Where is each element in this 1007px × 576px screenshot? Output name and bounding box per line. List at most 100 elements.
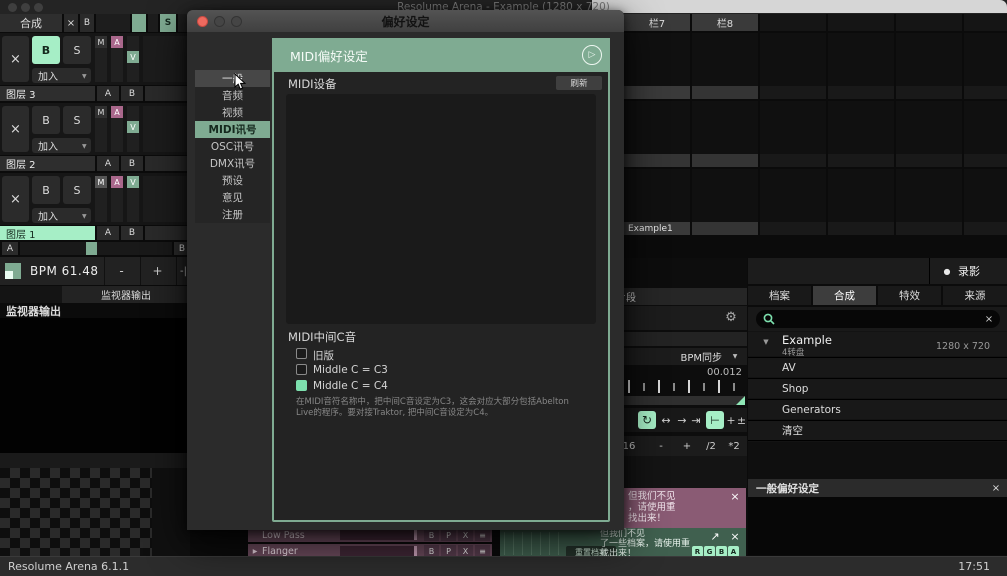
list-item-generators[interactable]: Generators bbox=[748, 399, 1007, 419]
beats-plus-button[interactable]: + bbox=[679, 436, 695, 456]
clip-label-empty[interactable] bbox=[896, 86, 962, 99]
checkbox-legacy[interactable] bbox=[296, 348, 307, 359]
gear-icon[interactable]: ⚙ bbox=[722, 308, 740, 326]
layer2-name[interactable]: 图层 2 bbox=[0, 156, 95, 171]
clip-label-empty[interactable] bbox=[964, 222, 1007, 235]
clip-label-empty[interactable] bbox=[828, 86, 894, 99]
pingpong-mode-button[interactable]: ↔ bbox=[659, 411, 673, 429]
clip-label-empty[interactable] bbox=[760, 86, 826, 99]
expand-icon[interactable]: ↗ bbox=[708, 530, 722, 542]
monitor-output-tab[interactable]: 监视器输出 bbox=[62, 286, 190, 303]
checkbox-middle-c3[interactable] bbox=[296, 364, 307, 375]
layer2-a-assign[interactable]: A bbox=[97, 156, 119, 171]
crossfader-a-button[interactable]: A bbox=[2, 242, 18, 255]
sidebar-item-register[interactable]: 注册 bbox=[195, 206, 270, 223]
tab-effects[interactable]: 特效 bbox=[878, 286, 941, 305]
layer3-b-assign[interactable]: B bbox=[121, 86, 143, 101]
layer3-audio-toggle[interactable]: A bbox=[111, 36, 123, 48]
clip-label-empty[interactable] bbox=[828, 222, 894, 235]
search-input[interactable] bbox=[756, 310, 1000, 328]
layer3-name[interactable]: 图层 3 bbox=[0, 86, 95, 101]
layer3-clear-button[interactable]: × bbox=[2, 36, 29, 82]
layer1-mute-toggle[interactable]: M bbox=[95, 176, 107, 188]
checkbox-middle-c4[interactable] bbox=[296, 380, 307, 391]
clip-label-empty[interactable] bbox=[964, 86, 1007, 99]
list-item-clear[interactable]: 清空 bbox=[748, 420, 1007, 441]
clip-progress-bar[interactable] bbox=[612, 396, 745, 405]
column-header[interactable]: 栏8 bbox=[692, 14, 758, 31]
midi-devices-list[interactable] bbox=[286, 94, 596, 324]
layer1-clear-button[interactable]: × bbox=[2, 176, 29, 222]
clip-label-empty[interactable] bbox=[896, 222, 962, 235]
effect-pick-button[interactable]: P bbox=[441, 529, 456, 541]
effect-slider-handle[interactable] bbox=[414, 530, 417, 540]
composition-solo-cell[interactable]: S bbox=[160, 14, 176, 32]
layer2-b-assign[interactable]: B bbox=[121, 156, 143, 171]
layer1-video-toggle[interactable]: V bbox=[127, 176, 139, 188]
composition-close-button[interactable]: × bbox=[64, 14, 78, 32]
column-header-empty[interactable] bbox=[964, 14, 1007, 31]
tab-files[interactable]: 档案 bbox=[748, 286, 811, 305]
layer2-audio-toggle[interactable]: A bbox=[111, 106, 123, 118]
effect-menu-button[interactable]: ≡ bbox=[475, 529, 490, 541]
list-item-shop[interactable]: Shop bbox=[748, 378, 1007, 398]
layer2-clear-button[interactable]: × bbox=[2, 106, 29, 152]
layer3-a-assign[interactable]: A bbox=[97, 86, 119, 101]
composition-bypass-button[interactable]: B bbox=[80, 14, 94, 32]
checkbox-middle-c4-label[interactable]: Middle C = C4 bbox=[313, 380, 388, 392]
layer1-a-assign[interactable]: A bbox=[97, 226, 119, 240]
column-header-empty[interactable] bbox=[896, 14, 962, 31]
sidebar-item-feedback[interactable]: 意见 bbox=[195, 189, 270, 206]
sidebar-item-video[interactable]: 视频 bbox=[195, 104, 270, 121]
beats-half-button[interactable]: /2 bbox=[701, 436, 721, 456]
clip-label-empty[interactable] bbox=[692, 222, 758, 235]
beats-double-button[interactable]: *2 bbox=[724, 436, 744, 456]
sidebar-item-midi[interactable]: MIDI讯号 bbox=[195, 121, 270, 138]
close-icon[interactable]: × bbox=[728, 530, 742, 542]
tree-caret-icon[interactable]: ▼ bbox=[760, 336, 772, 348]
sidebar-item-general[interactable]: 一般 bbox=[195, 70, 270, 87]
record-button[interactable]: 录影 bbox=[958, 258, 1006, 284]
layer1-b-assign[interactable]: B bbox=[121, 226, 143, 240]
sidebar-item-osc[interactable]: OSC讯号 bbox=[195, 138, 270, 155]
bpm-value[interactable]: BPM 61.48 bbox=[30, 257, 110, 285]
effect-slider-handle[interactable] bbox=[414, 546, 417, 556]
refresh-button[interactable]: 刷新 bbox=[556, 76, 602, 90]
play-hold-button[interactable]: ⇥ bbox=[689, 411, 703, 429]
beats-minus-button[interactable]: - bbox=[653, 436, 669, 456]
bpm-sync-dropdown[interactable]: BPM同步 bbox=[650, 348, 722, 365]
layer1-solo-button[interactable]: S bbox=[63, 176, 91, 204]
composition-tab[interactable]: 合成 bbox=[0, 14, 62, 32]
clip-label-empty[interactable] bbox=[964, 154, 1007, 167]
layer2-bypass-button[interactable]: B bbox=[32, 106, 60, 134]
effect-remove-button[interactable]: X bbox=[458, 529, 473, 541]
effect-slider[interactable] bbox=[340, 530, 416, 540]
clip-label-empty[interactable] bbox=[692, 154, 758, 167]
clip-tab[interactable]: 片段 bbox=[616, 288, 676, 305]
layer1-name[interactable]: 图层 1 bbox=[0, 226, 95, 240]
clip-label-empty[interactable] bbox=[624, 86, 690, 99]
list-item-av[interactable]: AV bbox=[748, 357, 1007, 377]
midi-monitor-play-icon[interactable]: ▷ bbox=[582, 45, 602, 65]
sidebar-item-audio[interactable]: 音频 bbox=[195, 87, 270, 104]
layer3-mute-toggle[interactable]: M bbox=[95, 36, 107, 48]
speed-plus-button[interactable]: + bbox=[726, 411, 736, 429]
clip-label[interactable]: Example1 bbox=[624, 222, 690, 235]
layer1-bypass-button[interactable]: B bbox=[32, 176, 60, 204]
column-header-empty[interactable] bbox=[828, 14, 894, 31]
clip-label-empty[interactable] bbox=[828, 154, 894, 167]
play-once-button[interactable]: → bbox=[675, 411, 689, 429]
tab-sources[interactable]: 来源 bbox=[943, 286, 1007, 305]
checkbox-legacy-label[interactable]: 旧版 bbox=[313, 348, 334, 363]
clip-label-empty[interactable] bbox=[760, 154, 826, 167]
column-header-empty[interactable] bbox=[760, 14, 826, 31]
effect-bypass-button[interactable]: B bbox=[424, 529, 439, 541]
bpm-plus-button[interactable]: + bbox=[140, 257, 174, 285]
close-icon[interactable]: × bbox=[989, 479, 1003, 497]
layer3-solo-button[interactable]: S bbox=[63, 36, 91, 64]
clip-label-empty[interactable] bbox=[624, 154, 690, 167]
search-clear-icon[interactable]: × bbox=[982, 310, 996, 328]
checkbox-middle-c3-label[interactable]: Middle C = C3 bbox=[313, 364, 388, 376]
tab-compositions[interactable]: 合成 bbox=[813, 286, 876, 305]
loop-mode-button[interactable]: ↻ bbox=[638, 411, 656, 429]
